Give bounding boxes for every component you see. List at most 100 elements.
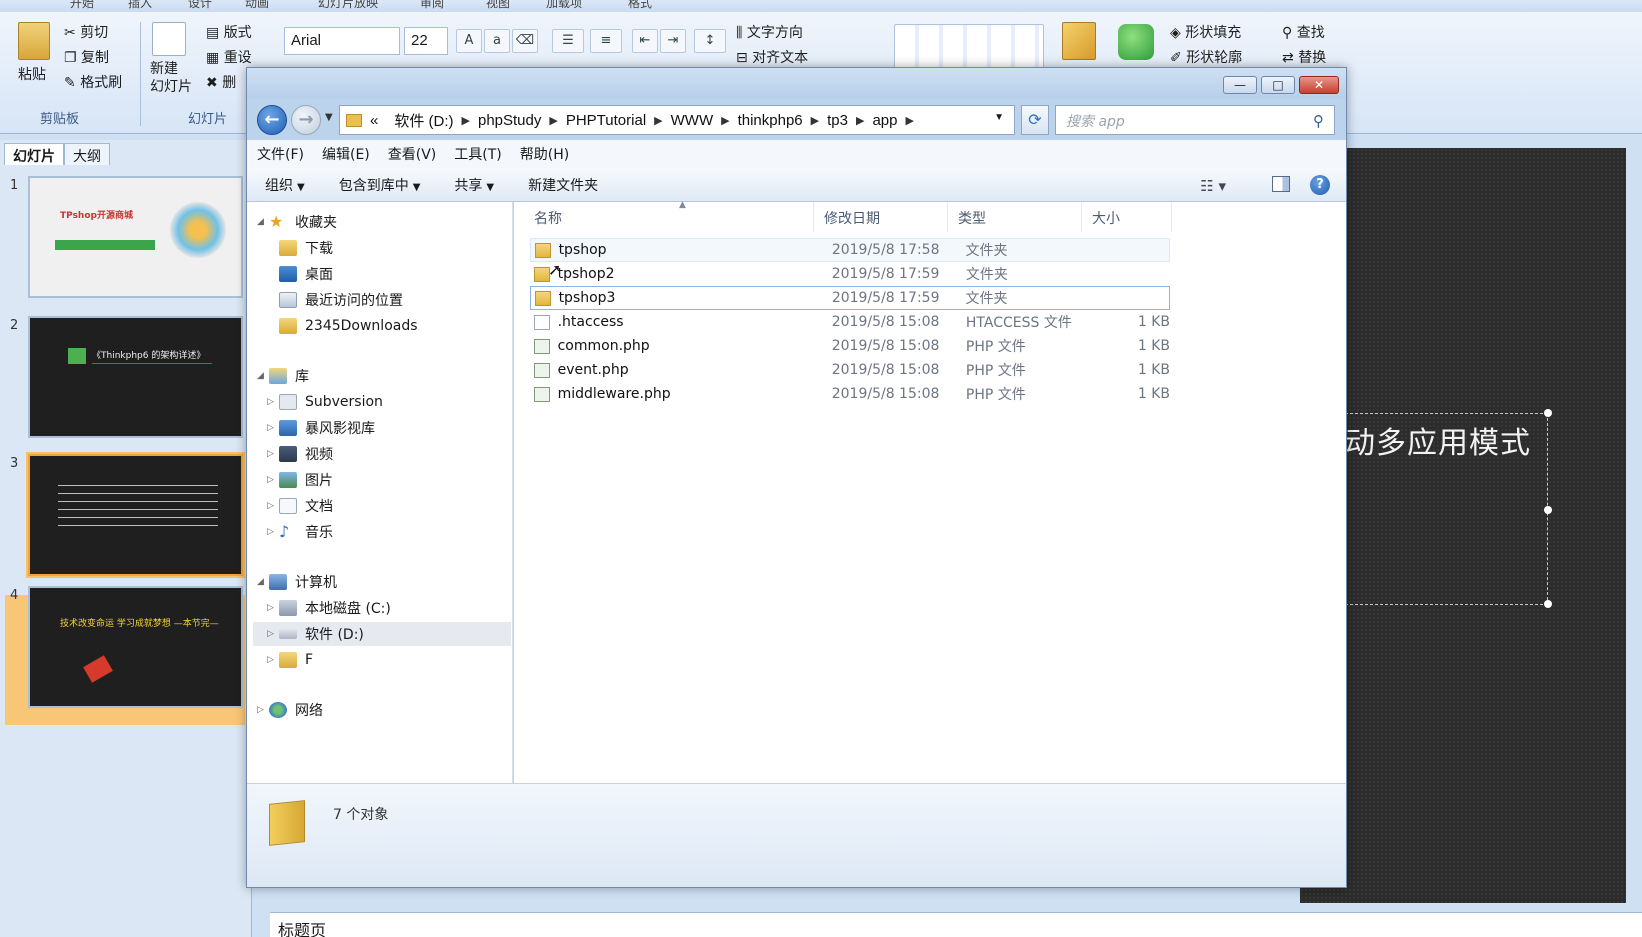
organize-button[interactable]: 组织 ▼ bbox=[265, 175, 305, 195]
collapse-arrow-icon[interactable]: ▷ bbox=[267, 397, 279, 407]
layout-button[interactable]: ▤ 版式 bbox=[206, 22, 252, 42]
menu-view[interactable]: 查看(V) bbox=[388, 144, 437, 164]
file-row[interactable]: tpshop2 2019/5/8 17:59 文件夹 bbox=[530, 262, 1170, 286]
bullets-icon[interactable]: ☰ bbox=[552, 29, 584, 53]
tree-favorites[interactable]: ◢ ★ 收藏夹 bbox=[257, 210, 337, 234]
collapse-arrow-icon[interactable]: ▷ bbox=[267, 475, 279, 485]
tree-pictures[interactable]: ▷ 图片 bbox=[267, 468, 333, 492]
shape-fill-button[interactable]: ◈ 形状填充 bbox=[1170, 22, 1241, 42]
tree-network[interactable]: ▷ 网络 bbox=[257, 698, 323, 722]
notes-pane[interactable]: 标题页 bbox=[270, 912, 1642, 937]
format-painter-button[interactable]: ✎ 格式刷 bbox=[64, 72, 122, 92]
tab-review[interactable]: 审阅 bbox=[420, 0, 444, 11]
collapse-arrow-icon[interactable]: ▷ bbox=[257, 705, 269, 715]
tab-addins[interactable]: 加载项 bbox=[546, 0, 582, 11]
font-size-select[interactable]: 22 bbox=[404, 27, 448, 55]
file-row[interactable]: .htaccess 2019/5/8 15:08 HTACCESS 文件 1 K… bbox=[530, 310, 1170, 334]
expand-arrow-icon[interactable]: ◢ bbox=[257, 217, 269, 227]
forward-button[interactable]: → bbox=[291, 105, 321, 135]
paste-button[interactable]: 粘贴 bbox=[18, 64, 46, 84]
replace-button[interactable]: ⇄ 替换 bbox=[1282, 47, 1326, 67]
window-titlebar[interactable]: — □ ✕ bbox=[247, 68, 1346, 98]
tree-music[interactable]: ▷ ♪ 音乐 bbox=[267, 520, 333, 544]
search-icon[interactable]: ⚲ bbox=[1313, 112, 1324, 130]
tree-desktop[interactable]: 桌面 bbox=[279, 262, 333, 286]
breadcrumb-phptutorial[interactable]: PHPTutorial bbox=[566, 112, 646, 129]
refresh-button[interactable]: ⟳ bbox=[1021, 105, 1049, 135]
new-slide-button[interactable]: 新建 幻灯片 bbox=[150, 60, 192, 96]
tab-insert[interactable]: 插入 bbox=[128, 0, 152, 11]
file-row[interactable]: tpshop 2019/5/8 17:58 文件夹 bbox=[530, 238, 1170, 262]
collapse-arrow-icon[interactable]: ▷ bbox=[267, 527, 279, 537]
text-direction-button[interactable]: ⫼ 文字方向 bbox=[736, 22, 803, 42]
new-folder-button[interactable]: 新建文件夹 bbox=[528, 175, 598, 195]
expand-arrow-icon[interactable]: ◢ bbox=[257, 371, 269, 381]
address-history-dropdown[interactable]: ▼ bbox=[994, 112, 1004, 123]
chevron-right-icon[interactable]: ▶ bbox=[549, 114, 557, 127]
expand-arrow-icon[interactable]: ◢ bbox=[257, 577, 269, 587]
tree-2345downloads[interactable]: 2345Downloads bbox=[279, 314, 418, 338]
back-button[interactable]: ← bbox=[257, 105, 287, 135]
new-slide-icon[interactable] bbox=[152, 22, 186, 56]
tree-drive-c[interactable]: ▷ 本地磁盘 (C:) bbox=[267, 596, 391, 620]
minimize-button[interactable]: — bbox=[1223, 76, 1257, 94]
tree-drive-d[interactable]: ▷ 软件 (D:) bbox=[253, 622, 511, 646]
include-library-button[interactable]: 包含到库中 ▼ bbox=[339, 175, 421, 195]
resize-handle[interactable] bbox=[1544, 409, 1552, 417]
find-button[interactable]: ⚲ 查找 bbox=[1282, 22, 1325, 42]
shape-outline-button[interactable]: ✐ 形状轮廓 bbox=[1170, 47, 1242, 67]
menu-help[interactable]: 帮助(H) bbox=[520, 144, 569, 164]
reset-button[interactable]: ▦ 重设 bbox=[206, 47, 252, 67]
tab-slides[interactable]: 幻灯片 bbox=[4, 143, 64, 165]
tab-design[interactable]: 设计 bbox=[188, 0, 212, 11]
tab-home[interactable]: 开始 bbox=[70, 0, 94, 11]
collapse-arrow-icon[interactable]: ▷ bbox=[267, 629, 279, 639]
breadcrumb-tp3[interactable]: tp3 bbox=[827, 112, 848, 129]
collapse-arrow-icon[interactable]: ▷ bbox=[267, 423, 279, 433]
menu-edit[interactable]: 编辑(E) bbox=[322, 144, 370, 164]
slide-thumbnail-2[interactable]: 《Thinkphp6 的架构详述》 bbox=[28, 316, 243, 438]
chevron-right-icon[interactable]: ▶ bbox=[905, 114, 913, 127]
shrink-font-icon[interactable]: a bbox=[484, 29, 510, 53]
collapse-arrow-icon[interactable]: ▷ bbox=[267, 449, 279, 459]
view-options-icon[interactable]: ☷ ▾ bbox=[1200, 177, 1226, 195]
file-row[interactable]: middleware.php 2019/5/8 15:08 PHP 文件 1 K… bbox=[530, 382, 1170, 406]
recent-pages-dropdown[interactable]: ▼ bbox=[325, 112, 333, 123]
tree-downloads[interactable]: 下载 bbox=[279, 236, 333, 260]
preview-pane-icon[interactable] bbox=[1272, 176, 1290, 192]
resize-handle[interactable] bbox=[1544, 600, 1552, 608]
chevron-right-icon[interactable]: ▶ bbox=[721, 114, 729, 127]
tab-slideshow[interactable]: 幻灯片放映 bbox=[318, 0, 378, 11]
tree-recent-places[interactable]: 最近访问的位置 bbox=[279, 288, 403, 312]
tree-videos[interactable]: ▷ 视频 bbox=[267, 442, 333, 466]
column-size[interactable]: 大小 bbox=[1082, 202, 1172, 232]
close-button[interactable]: ✕ bbox=[1299, 76, 1339, 94]
chevron-right-icon[interactable]: ▶ bbox=[654, 114, 662, 127]
chevron-right-icon[interactable]: ▶ bbox=[856, 114, 864, 127]
maximize-button[interactable]: □ bbox=[1261, 76, 1295, 94]
slide-thumbnail-4[interactable]: 技术改变命运 学习成就梦想 —本节完— bbox=[28, 586, 243, 708]
clear-format-icon[interactable]: ⌫ bbox=[512, 29, 538, 53]
menu-file[interactable]: 文件(F) bbox=[257, 144, 304, 164]
breadcrumb-drive-d[interactable]: 软件 (D:) bbox=[394, 110, 453, 131]
column-name[interactable]: 名称 ▲ bbox=[524, 200, 814, 232]
tab-animation[interactable]: 动画 bbox=[245, 0, 269, 11]
tree-drive-f[interactable]: ▷ F bbox=[267, 648, 313, 672]
increase-indent-icon[interactable]: ⇥ bbox=[660, 29, 686, 53]
tree-documents[interactable]: ▷ 文档 bbox=[267, 494, 333, 518]
tree-libraries[interactable]: ◢ 库 bbox=[257, 364, 309, 388]
breadcrumb-www[interactable]: WWW bbox=[671, 112, 713, 129]
copy-button[interactable]: ❐ 复制 bbox=[64, 47, 109, 67]
tree-subversion[interactable]: ▷ Subversion bbox=[267, 390, 383, 414]
quick-styles-icon[interactable] bbox=[1118, 24, 1154, 60]
chevron-right-icon[interactable]: ▶ bbox=[811, 114, 819, 127]
breadcrumb-overflow[interactable]: « bbox=[370, 112, 378, 129]
align-text-button[interactable]: ⊟ 对齐文本 bbox=[736, 47, 808, 67]
tab-format[interactable]: 格式 bbox=[628, 0, 652, 11]
slide-thumbnail-3[interactable] bbox=[28, 454, 243, 576]
slide-title-text[interactable]: 动多应用模式 bbox=[1345, 418, 1531, 462]
line-spacing-icon[interactable]: ↕ bbox=[694, 29, 726, 53]
delete-slide-button[interactable]: ✖ 删 bbox=[206, 72, 236, 92]
file-row[interactable]: event.php 2019/5/8 15:08 PHP 文件 1 KB bbox=[530, 358, 1170, 382]
tree-computer[interactable]: ◢ 计算机 bbox=[257, 570, 337, 594]
